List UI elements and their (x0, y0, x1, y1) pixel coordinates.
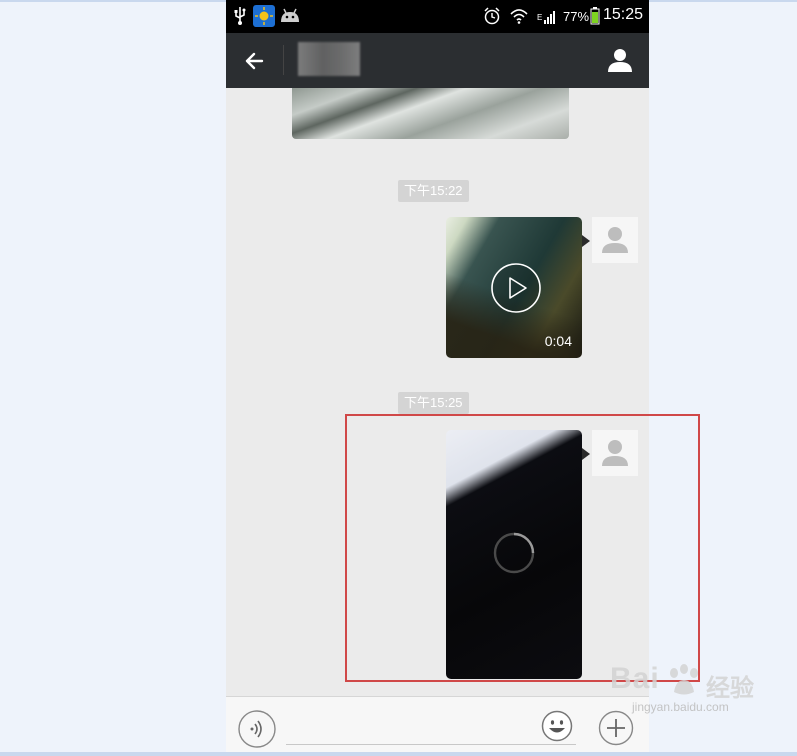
battery-icon (590, 7, 600, 25)
emoji-icon[interactable] (541, 710, 573, 742)
profile-icon[interactable] (605, 45, 635, 75)
signal-icon (544, 11, 555, 24)
contact-name-redacted (298, 42, 360, 76)
video-duration: 0:04 (544, 333, 572, 349)
video-message-1[interactable]: 0:04 (446, 217, 582, 358)
wifi-icon (510, 9, 528, 24)
message-input[interactable] (286, 744, 576, 745)
default-avatar-icon (602, 227, 628, 253)
baidu-watermark: Bai 经验 jingyan.baidu.com (610, 662, 760, 722)
timestamp-1525: 下午15:25 (398, 392, 469, 414)
watermark-url: jingyan.baidu.com (632, 700, 729, 714)
status-bar: E 77% 15:25 (226, 0, 649, 33)
window-frame-bottom (0, 752, 797, 756)
avatar[interactable] (592, 217, 638, 263)
android-icon (281, 8, 299, 22)
input-bar (226, 696, 649, 756)
timestamp-1522: 下午15:22 (398, 180, 469, 202)
watermark-suffix: 经验 (706, 675, 754, 702)
header-divider (283, 45, 284, 75)
previous-image-message[interactable] (292, 88, 569, 139)
paw-icon (670, 664, 698, 695)
network-type: E (537, 13, 543, 22)
voice-icon[interactable] (238, 710, 276, 748)
watermark-brand: Bai (610, 662, 660, 695)
weather-app-icon[interactable] (253, 5, 275, 27)
bubble-tail (582, 235, 590, 247)
status-time: 15:25 (602, 6, 643, 23)
play-icon[interactable] (491, 263, 541, 313)
chat-header (226, 33, 649, 88)
highlight-box-annotation (345, 414, 700, 682)
usb-icon (234, 7, 246, 25)
battery-percentage: 77% (563, 9, 590, 24)
back-arrow-icon[interactable] (240, 46, 270, 76)
alarm-icon (484, 7, 500, 25)
